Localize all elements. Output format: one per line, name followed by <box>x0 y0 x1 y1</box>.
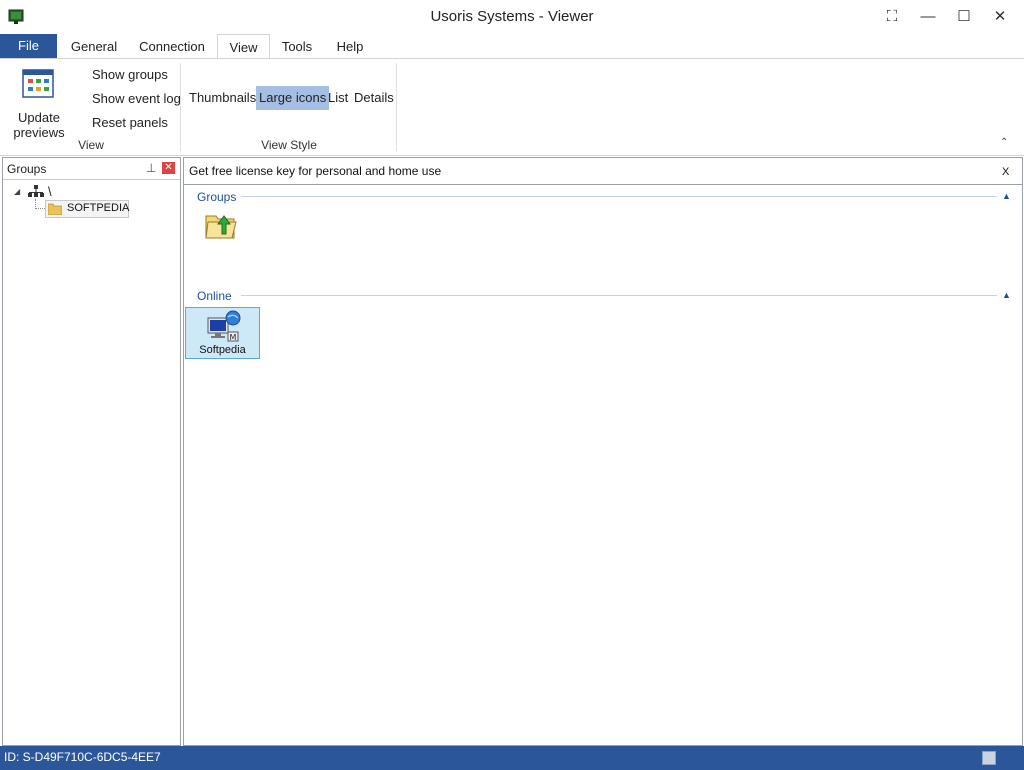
collapse-online-icon[interactable]: ▲ <box>1002 290 1011 300</box>
update-previews-button[interactable]: Update previews <box>10 65 70 140</box>
online-section-title: Online <box>197 289 232 303</box>
tab-view[interactable]: View <box>217 34 270 60</box>
groups-panel-title: Groups <box>7 162 47 176</box>
pin-icon[interactable]: ⊥ <box>146 161 156 175</box>
tab-connection[interactable]: Connection <box>134 34 210 58</box>
maximize-button[interactable]: ☐ <box>946 0 982 34</box>
main-panel: Get free license key for personal and ho… <box>183 157 1023 746</box>
window-grid-icon <box>22 69 54 98</box>
panel-header-divider <box>3 179 180 180</box>
view-style-group-label: View Style <box>261 138 317 152</box>
status-id-text: ID: S-D49F710C-6DC5-4EE7 <box>4 750 161 764</box>
folder-icon <box>48 203 62 215</box>
collapse-ribbon-icon[interactable]: ⌃ <box>1000 137 1008 148</box>
svg-text:M: M <box>230 333 237 342</box>
close-banner-button[interactable]: X <box>1002 166 1009 178</box>
ribbon-separator <box>180 63 181 151</box>
update-previews-label-1: Update <box>18 110 60 125</box>
large-icons-button[interactable]: Large icons <box>256 86 330 110</box>
section-divider <box>241 196 997 197</box>
status-bar: ID: S-D49F710C-6DC5-4EE7 <box>0 746 1024 770</box>
file-tab[interactable]: File <box>0 34 57 58</box>
tree-expand-icon[interactable]: ◢ <box>14 187 20 196</box>
tree-item-label: SOFTPEDIA <box>67 202 130 214</box>
minimize-button[interactable]: — <box>910 0 946 34</box>
details-button[interactable]: Details <box>351 86 397 110</box>
computer-item-softpedia[interactable]: M Softpedia <box>185 307 260 359</box>
title-bar: Usoris Systems - Viewer ⛶ — ☐ ✕ <box>0 0 1024 34</box>
tree-connector <box>35 208 45 210</box>
tab-tools[interactable]: Tools <box>276 34 318 58</box>
restore-fullscreen-icon[interactable]: ⛶ <box>874 0 910 34</box>
reset-panels-button[interactable]: Reset panels <box>92 115 168 130</box>
computer-item-label: Softpedia <box>199 344 246 356</box>
groups-panel: Groups ⊥ ✕ ◢ \ SOFTPEDIA <box>2 157 181 746</box>
tab-general[interactable]: General <box>68 34 120 58</box>
tree-item-softpedia[interactable]: SOFTPEDIA <box>45 200 129 218</box>
close-panel-icon[interactable]: ✕ <box>162 162 175 174</box>
ribbon: Update previews Show groups Show event l… <box>0 58 1024 156</box>
network-icon <box>28 185 44 197</box>
tab-help[interactable]: Help <box>332 34 368 58</box>
status-indicator-icon[interactable] <box>982 751 996 765</box>
show-event-log-button[interactable]: Show event log <box>92 91 181 106</box>
license-text[interactable]: Get free license key for personal and ho… <box>189 164 441 178</box>
window-title: Usoris Systems - Viewer <box>430 8 594 25</box>
collapse-groups-icon[interactable]: ▲ <box>1002 191 1011 201</box>
computer-globe-icon: M <box>207 310 241 342</box>
show-groups-button[interactable]: Show groups <box>92 67 168 82</box>
ribbon-separator <box>396 63 397 151</box>
license-banner: Get free license key for personal and ho… <box>184 158 1022 185</box>
close-button[interactable]: ✕ <box>982 0 1018 34</box>
groups-section-title: Groups <box>197 190 237 204</box>
view-group-label: View <box>78 138 104 152</box>
list-button[interactable]: List <box>325 86 351 110</box>
section-divider <box>241 295 997 296</box>
thumbnails-button[interactable]: Thumbnails <box>186 86 259 110</box>
folder-up-icon[interactable] <box>204 210 238 240</box>
tree-root-label[interactable]: \ <box>48 184 52 199</box>
